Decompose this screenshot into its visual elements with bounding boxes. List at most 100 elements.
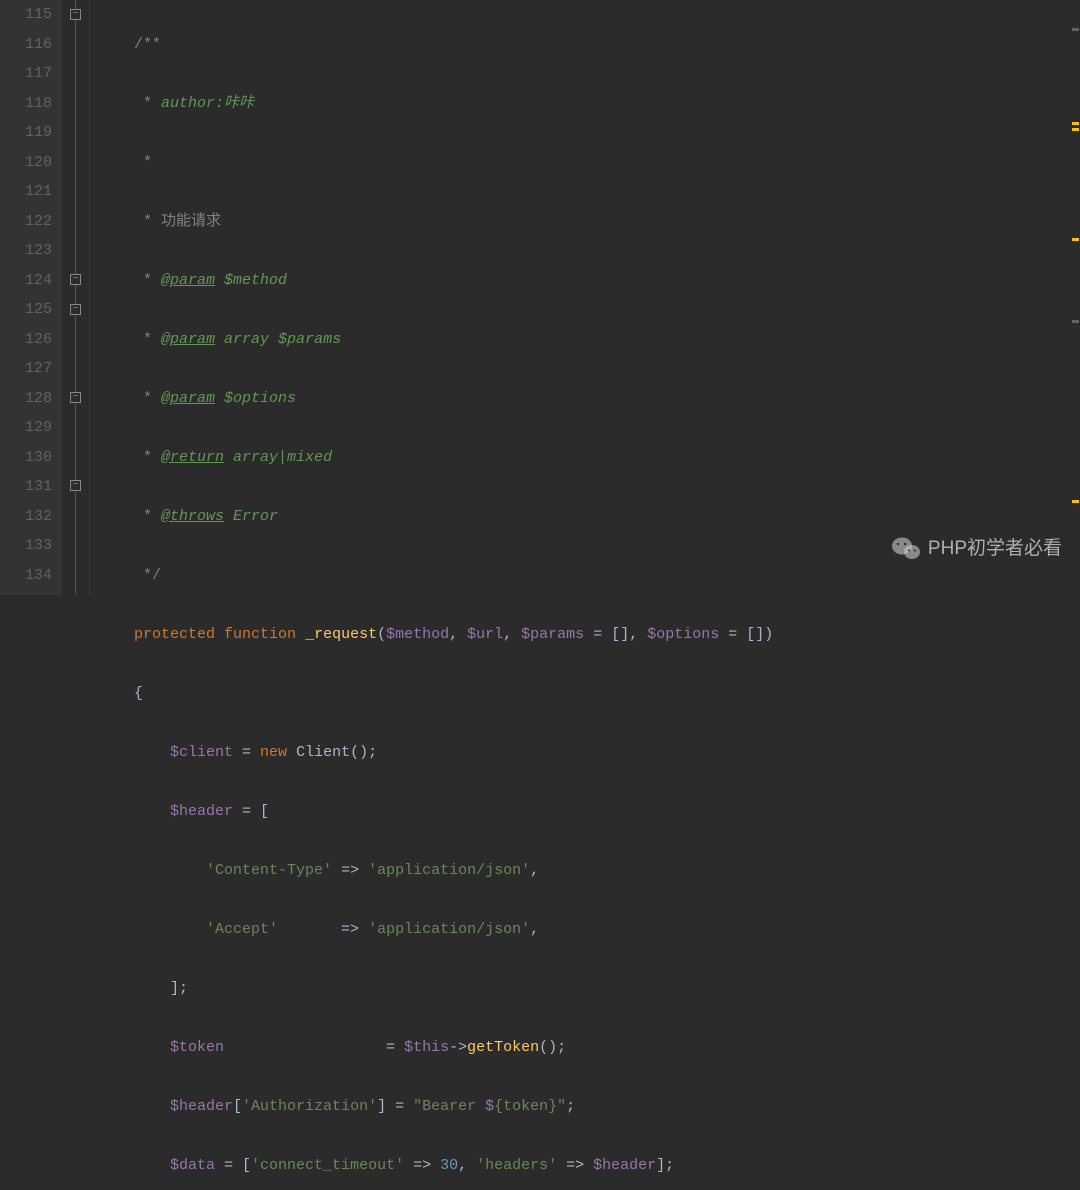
line-number: 127 (0, 354, 52, 384)
line-number: 117 (0, 59, 52, 89)
code-line: * @param array $params (98, 325, 1080, 355)
string-value: 'application/json' (368, 862, 530, 879)
marker-icon[interactable] (1072, 238, 1079, 241)
keyword-new: new (260, 744, 287, 761)
marker-icon[interactable] (1072, 500, 1079, 503)
code-line: $header = [ (98, 797, 1080, 827)
doc-comment: * (134, 213, 161, 230)
method-call: getToken (467, 1039, 539, 1056)
doc-comment: * (134, 331, 161, 348)
doc-comment: * (134, 390, 161, 407)
code-line: 'Content-Type' => 'application/json', (98, 856, 1080, 886)
doc-rest: Error (224, 508, 278, 525)
doc-tag: @param (161, 272, 215, 289)
doc-var: $options (215, 390, 296, 407)
line-number: 123 (0, 236, 52, 266)
doc-comment-start: /** (134, 36, 161, 53)
array-key: 'Authorization' (242, 1098, 377, 1115)
code-line: */ (98, 561, 1080, 591)
parameter: $params (521, 626, 584, 643)
marker-icon[interactable] (1072, 128, 1079, 131)
line-number: 115 (0, 0, 52, 30)
code-line: * @param $options (98, 384, 1080, 414)
keyword-protected: protected (134, 626, 215, 643)
number-literal: 30 (440, 1157, 458, 1174)
class-name: Client (296, 744, 350, 761)
array-close: ]; (170, 980, 188, 997)
code-line: /** (98, 30, 1080, 60)
doc-rest: array|mixed (224, 449, 332, 466)
variable: $header (170, 1098, 233, 1115)
string-value: 'application/json' (368, 921, 530, 938)
fold-toggle-icon[interactable] (70, 480, 81, 491)
this-keyword: $this (404, 1039, 449, 1056)
line-number: 116 (0, 30, 52, 60)
line-number: 130 (0, 443, 52, 473)
code-line: ]; (98, 974, 1080, 1004)
doc-comment: * (134, 449, 161, 466)
line-number: 120 (0, 148, 52, 178)
doc-tag: @param (161, 390, 215, 407)
line-number: 134 (0, 561, 52, 591)
keyword-function: function (224, 626, 296, 643)
code-line: 'Accept' => 'application/json', (98, 915, 1080, 945)
line-number: 121 (0, 177, 52, 207)
array-key: 'Content-Type' (206, 862, 332, 879)
doc-comment: * (134, 272, 161, 289)
line-number: 125 (0, 295, 52, 325)
array-key: 'Accept' (206, 921, 278, 938)
parameter: $url (467, 626, 503, 643)
string-start: "Bearer (413, 1098, 485, 1115)
variable: $data (170, 1157, 215, 1174)
code-line: * @return array|mixed (98, 443, 1080, 473)
line-number: 128 (0, 384, 52, 414)
line-number: 131 (0, 472, 52, 502)
marker-icon[interactable] (1072, 28, 1079, 31)
string-end: " (557, 1098, 566, 1115)
variable: $header (593, 1157, 656, 1174)
fold-guide-line (75, 0, 76, 595)
fold-toggle-icon[interactable] (70, 392, 81, 403)
fold-toggle-icon[interactable] (70, 9, 81, 20)
doc-rest: array $params (215, 331, 341, 348)
line-number: 124 (0, 266, 52, 296)
interpolation: {token} (494, 1098, 557, 1115)
fold-toggle-icon[interactable] (70, 304, 81, 315)
code-line: * 功能请求 (98, 207, 1080, 237)
code-line: * @param $method (98, 266, 1080, 296)
doc-text: 功能请求 (161, 213, 221, 230)
code-line: $header['Authorization'] = "Bearer ${tok… (98, 1092, 1080, 1122)
error-stripe[interactable] (1070, 0, 1080, 595)
array-key: 'connect_timeout' (251, 1157, 404, 1174)
code-line: * author:咔咔 (98, 89, 1080, 119)
doc-tag: @throws (161, 508, 224, 525)
code-line: protected function _request($method, $ur… (98, 620, 1080, 650)
variable: $client (170, 744, 233, 761)
code-line: * @throws Error (98, 502, 1080, 532)
fold-column (62, 0, 90, 595)
brace-open: { (134, 685, 143, 702)
line-number: 126 (0, 325, 52, 355)
doc-comment: * (134, 508, 161, 525)
line-number: 122 (0, 207, 52, 237)
code-line: { (98, 679, 1080, 709)
code-line: $client = new Client(); (98, 738, 1080, 768)
marker-icon[interactable] (1072, 320, 1079, 323)
line-number: 133 (0, 531, 52, 561)
parameter: $options (647, 626, 719, 643)
parameter: $method (386, 626, 449, 643)
code-line: $token = $this->getToken(); (98, 1033, 1080, 1063)
line-number-gutter[interactable]: 115 116 117 118 119 120 121 122 123 124 … (0, 0, 62, 595)
fold-toggle-icon[interactable] (70, 274, 81, 285)
doc-comment: * (134, 95, 161, 112)
line-number: 132 (0, 502, 52, 532)
variable: $token (170, 1039, 224, 1056)
code-editor: 115 116 117 118 119 120 121 122 123 124 … (0, 0, 1080, 595)
line-number: 119 (0, 118, 52, 148)
doc-text: author:咔咔 (161, 95, 254, 112)
marker-icon[interactable] (1072, 122, 1079, 125)
doc-comment: * (134, 154, 152, 171)
doc-var: $method (215, 272, 287, 289)
variable: $header (170, 803, 233, 820)
code-content[interactable]: /** * author:咔咔 * * 功能请求 * @param $metho… (90, 0, 1080, 595)
